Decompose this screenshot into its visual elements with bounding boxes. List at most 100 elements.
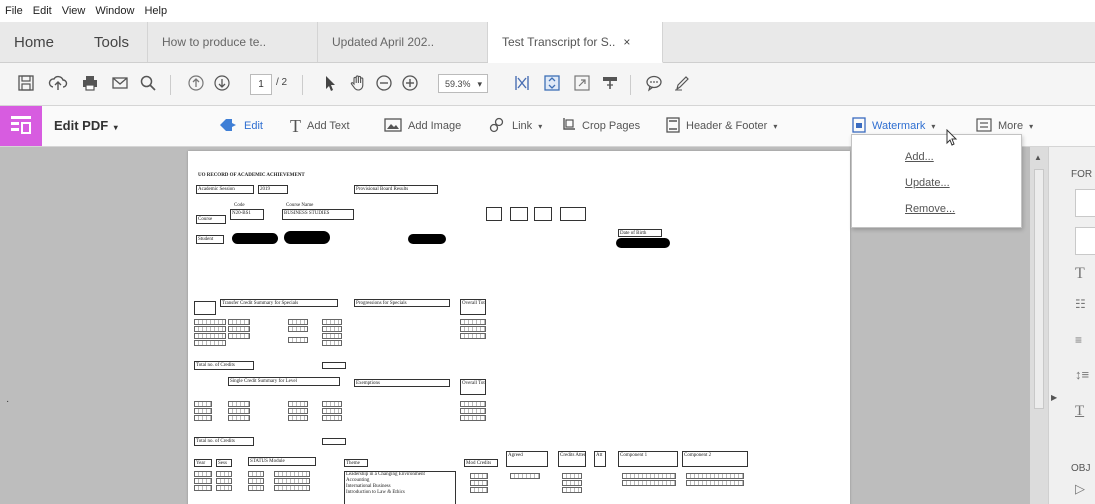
tab-document-3-active[interactable]: Test Transcript for S.. × [488, 22, 663, 63]
table-row [194, 319, 226, 325]
print-icon[interactable] [78, 71, 102, 95]
link-icon [488, 117, 506, 136]
table-row [470, 473, 488, 479]
table-row [562, 473, 582, 479]
table-row [194, 471, 212, 477]
edit-pdf-tool-icon[interactable] [0, 106, 42, 146]
watermark-dropdown-menu: Add... Update... Remove... [851, 134, 1022, 228]
table-row [194, 333, 226, 339]
watermark-remove-item[interactable]: Remove... [905, 203, 955, 215]
next-page-icon[interactable] [210, 71, 234, 95]
table-row [460, 326, 486, 332]
table-row [194, 401, 212, 407]
align-left-icon[interactable]: ≡ [1075, 333, 1082, 347]
column-header: Credits Attempt [558, 451, 586, 467]
table-row [248, 485, 264, 491]
scroll-thumb[interactable] [1034, 169, 1044, 409]
table-row [194, 408, 212, 414]
tab-tools[interactable]: Tools [80, 22, 148, 62]
table-row [216, 485, 232, 491]
format-panel: ▶ FOR T ☷ ≡ ↕≡ T OBJ ▷ [1048, 147, 1095, 504]
flip-object-icon[interactable]: ▷ [1075, 481, 1085, 497]
table-row [288, 415, 308, 421]
tab-document-1[interactable]: How to produce te.. [148, 22, 318, 62]
tab-document-2[interactable]: Updated April 202.. [318, 22, 488, 62]
font-family-select[interactable] [1075, 189, 1095, 217]
table-row [228, 408, 250, 414]
theme-header: Theme [344, 459, 368, 467]
tab-document-label: Updated April 202.. [332, 35, 435, 49]
table-row [622, 480, 676, 486]
column-header: Agreed [506, 451, 548, 467]
bullet-list-icon[interactable]: ☷ [1075, 297, 1086, 311]
menu-view[interactable]: View [57, 5, 91, 17]
table-row [322, 401, 342, 407]
text-color-icon[interactable]: T [1075, 265, 1085, 283]
cloud-upload-icon[interactable] [46, 71, 70, 95]
pdf-page[interactable]: UO RECORD OF ACADEMIC ACHIEVEMENT Academ… [188, 151, 850, 504]
zoom-in-icon[interactable] [398, 71, 422, 95]
tab-home[interactable]: Home [0, 22, 80, 62]
watermark-update-item[interactable]: Update... [905, 177, 950, 189]
transcript-field [510, 207, 528, 221]
table-row [248, 478, 264, 484]
transcript-heading: UO RECORD OF ACADEMIC ACHIEVEMENT [198, 173, 305, 178]
transfer-credit-heading: Transfer Credit Summary for Specials [220, 299, 338, 307]
chevron-down-icon: ▾ [1029, 121, 1034, 131]
add-text-button[interactable]: T Add Text [290, 116, 350, 136]
font-size-select[interactable] [1075, 227, 1095, 255]
edit-button[interactable]: Edit [218, 118, 263, 134]
vertical-scrollbar[interactable]: ▲ [1030, 147, 1048, 504]
more-tools-icon [976, 117, 992, 135]
link-button[interactable]: Link ▾ [488, 117, 542, 136]
save-icon[interactable] [14, 71, 38, 95]
table-row [510, 473, 540, 479]
hand-tool-icon[interactable] [346, 71, 370, 95]
scroll-mode-icon[interactable] [540, 71, 564, 95]
sign-stamp-icon[interactable] [598, 71, 622, 95]
menu-help[interactable]: Help [139, 5, 172, 17]
edit-pdf-menu[interactable]: Edit PDF ▾ [54, 118, 118, 133]
watermark-add-item[interactable]: Add... [905, 151, 934, 163]
character-spacing-icon[interactable]: T [1075, 403, 1084, 420]
scroll-up-icon[interactable]: ▲ [1034, 153, 1042, 162]
table-row [194, 485, 212, 491]
crop-pages-button[interactable]: Crop Pages [560, 117, 640, 134]
table-row [288, 401, 308, 407]
more-button[interactable]: More ▾ [976, 117, 1034, 135]
transcript-field [534, 207, 552, 221]
previous-page-icon[interactable] [184, 71, 208, 95]
table-row [562, 480, 582, 486]
table-row [228, 401, 250, 407]
quick-toolbar: 1 / 2 59.3% ▾ [0, 63, 1095, 106]
search-icon[interactable] [136, 71, 160, 95]
column-header: Att [594, 451, 606, 467]
format-heading: FOR [1071, 169, 1093, 180]
menu-edit[interactable]: Edit [28, 5, 57, 17]
menu-file[interactable]: File [0, 5, 28, 17]
comment-icon[interactable] [642, 71, 666, 95]
page-number-input[interactable]: 1 [250, 74, 272, 95]
table-row [216, 471, 232, 477]
header-footer-button[interactable]: Header & Footer ▾ [666, 116, 777, 134]
table-row [288, 319, 308, 325]
table-row [460, 319, 486, 325]
table-row [228, 326, 250, 332]
menu-window[interactable]: Window [90, 5, 139, 17]
fit-page-icon[interactable] [510, 71, 534, 95]
single-credit-heading: Single Credit Summary for Level [228, 377, 340, 386]
watermark-button[interactable]: Watermark ▾ [852, 116, 935, 134]
table-row [274, 478, 310, 484]
add-image-button[interactable]: Add Image [384, 117, 461, 134]
zoom-out-icon[interactable] [372, 71, 396, 95]
zoom-level-select[interactable]: 59.3% ▾ [438, 74, 488, 93]
line-spacing-icon[interactable]: ↕≡ [1075, 367, 1089, 382]
email-icon[interactable] [108, 71, 132, 95]
draw-pen-icon[interactable] [670, 71, 694, 95]
full-screen-icon[interactable] [570, 71, 594, 95]
select-cursor-icon[interactable] [318, 71, 342, 95]
close-tab-icon[interactable]: × [623, 35, 630, 49]
transcript-field [194, 301, 216, 315]
collapse-panel-icon[interactable]: ▶ [1051, 393, 1057, 402]
menu-bar: File Edit View Window Help [0, 0, 1095, 22]
